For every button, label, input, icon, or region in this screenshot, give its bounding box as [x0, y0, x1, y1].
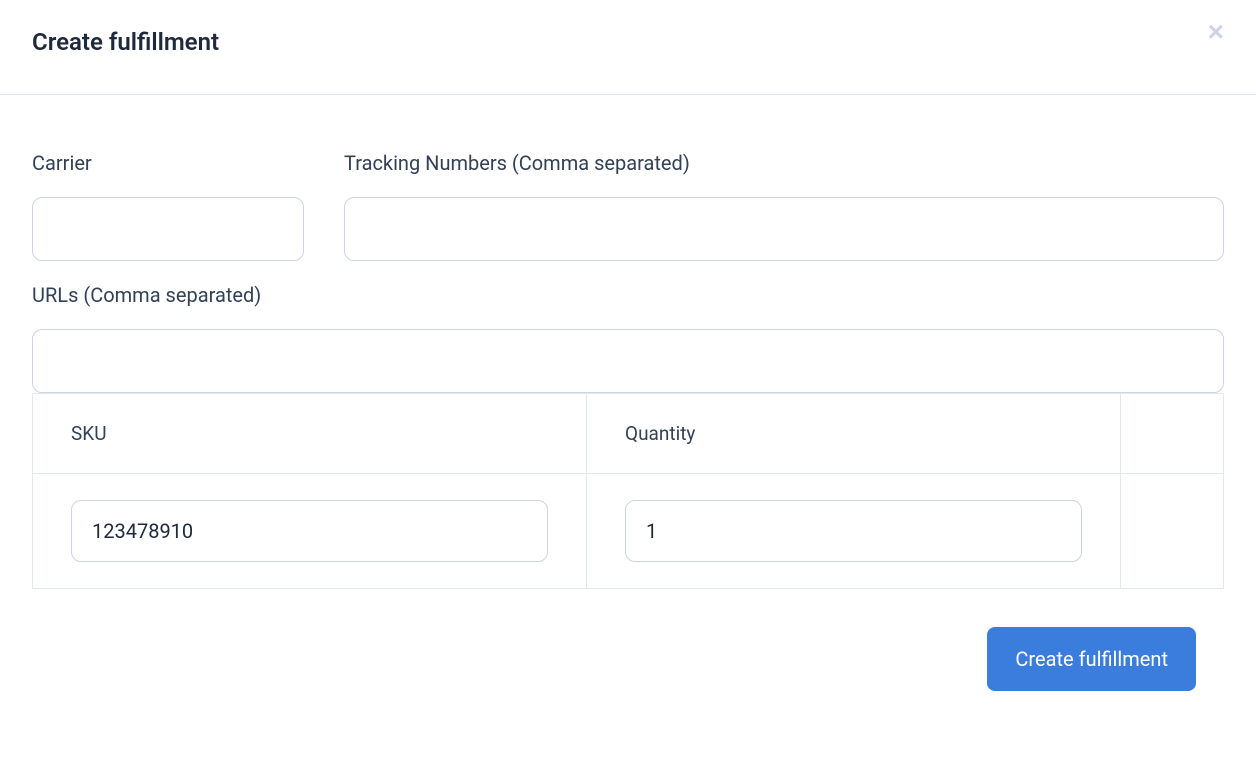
blank-header: [1121, 394, 1224, 474]
table-row: [33, 474, 1224, 589]
modal-body: Carrier Tracking Numbers (Comma separate…: [0, 95, 1256, 589]
sku-cell: [33, 474, 587, 589]
urls-label: URLs (Comma separated): [32, 283, 1224, 307]
tracking-numbers-group: Tracking Numbers (Comma separated): [344, 151, 1224, 261]
close-icon: ×: [1208, 16, 1224, 47]
create-fulfillment-button[interactable]: Create fulfillment: [987, 627, 1196, 691]
carrier-label: Carrier: [32, 151, 304, 175]
create-fulfillment-modal: Create fulfillment × Carrier Tracking Nu…: [0, 0, 1256, 691]
tracking-numbers-label: Tracking Numbers (Comma separated): [344, 151, 1224, 175]
form-row-carrier-tracking: Carrier Tracking Numbers (Comma separate…: [32, 151, 1224, 261]
close-button[interactable]: ×: [1208, 18, 1224, 46]
urls-group: URLs (Comma separated): [32, 283, 1224, 393]
items-table: SKU Quantity: [32, 393, 1224, 589]
modal-footer: Create fulfillment: [0, 589, 1256, 691]
quantity-cell: [587, 474, 1121, 589]
carrier-group: Carrier: [32, 151, 304, 261]
carrier-input[interactable]: [32, 197, 304, 261]
table-header-row: SKU Quantity: [33, 394, 1224, 474]
modal-header: Create fulfillment ×: [0, 0, 1256, 95]
quantity-input[interactable]: [625, 500, 1082, 562]
blank-cell: [1121, 474, 1224, 589]
sku-header: SKU: [33, 394, 587, 474]
modal-title: Create fulfillment: [32, 28, 219, 56]
sku-input[interactable]: [71, 500, 548, 562]
tracking-numbers-input[interactable]: [344, 197, 1224, 261]
urls-input[interactable]: [32, 329, 1224, 393]
quantity-header: Quantity: [587, 394, 1121, 474]
